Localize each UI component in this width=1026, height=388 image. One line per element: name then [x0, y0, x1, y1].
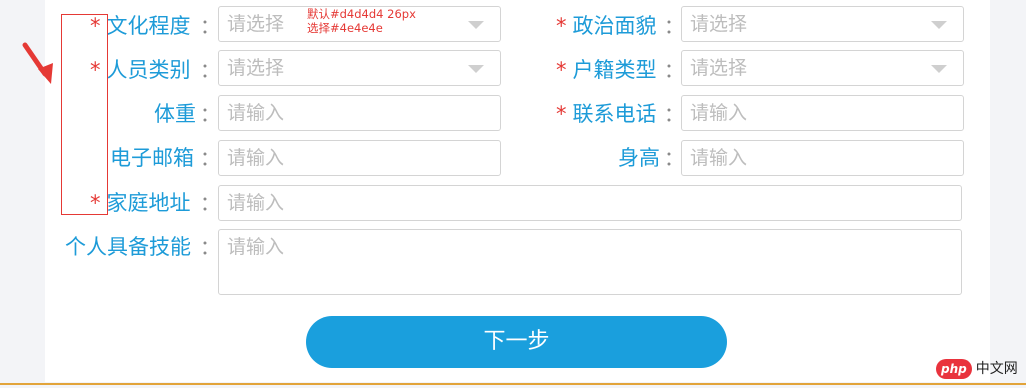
bottom-divider: [0, 383, 1026, 385]
next-step-button[interactable]: 下一步: [306, 316, 727, 368]
watermark-logo: php: [936, 359, 972, 379]
watermark-text: 中文网: [975, 361, 1018, 377]
screen: * 文化程度 ： 请选择 * 政治面貌 ： 请选择 * 人员类别 ： 请选择 * 户籍类…: [0, 0, 1026, 388]
site-watermark: php 中文网: [936, 357, 1018, 381]
